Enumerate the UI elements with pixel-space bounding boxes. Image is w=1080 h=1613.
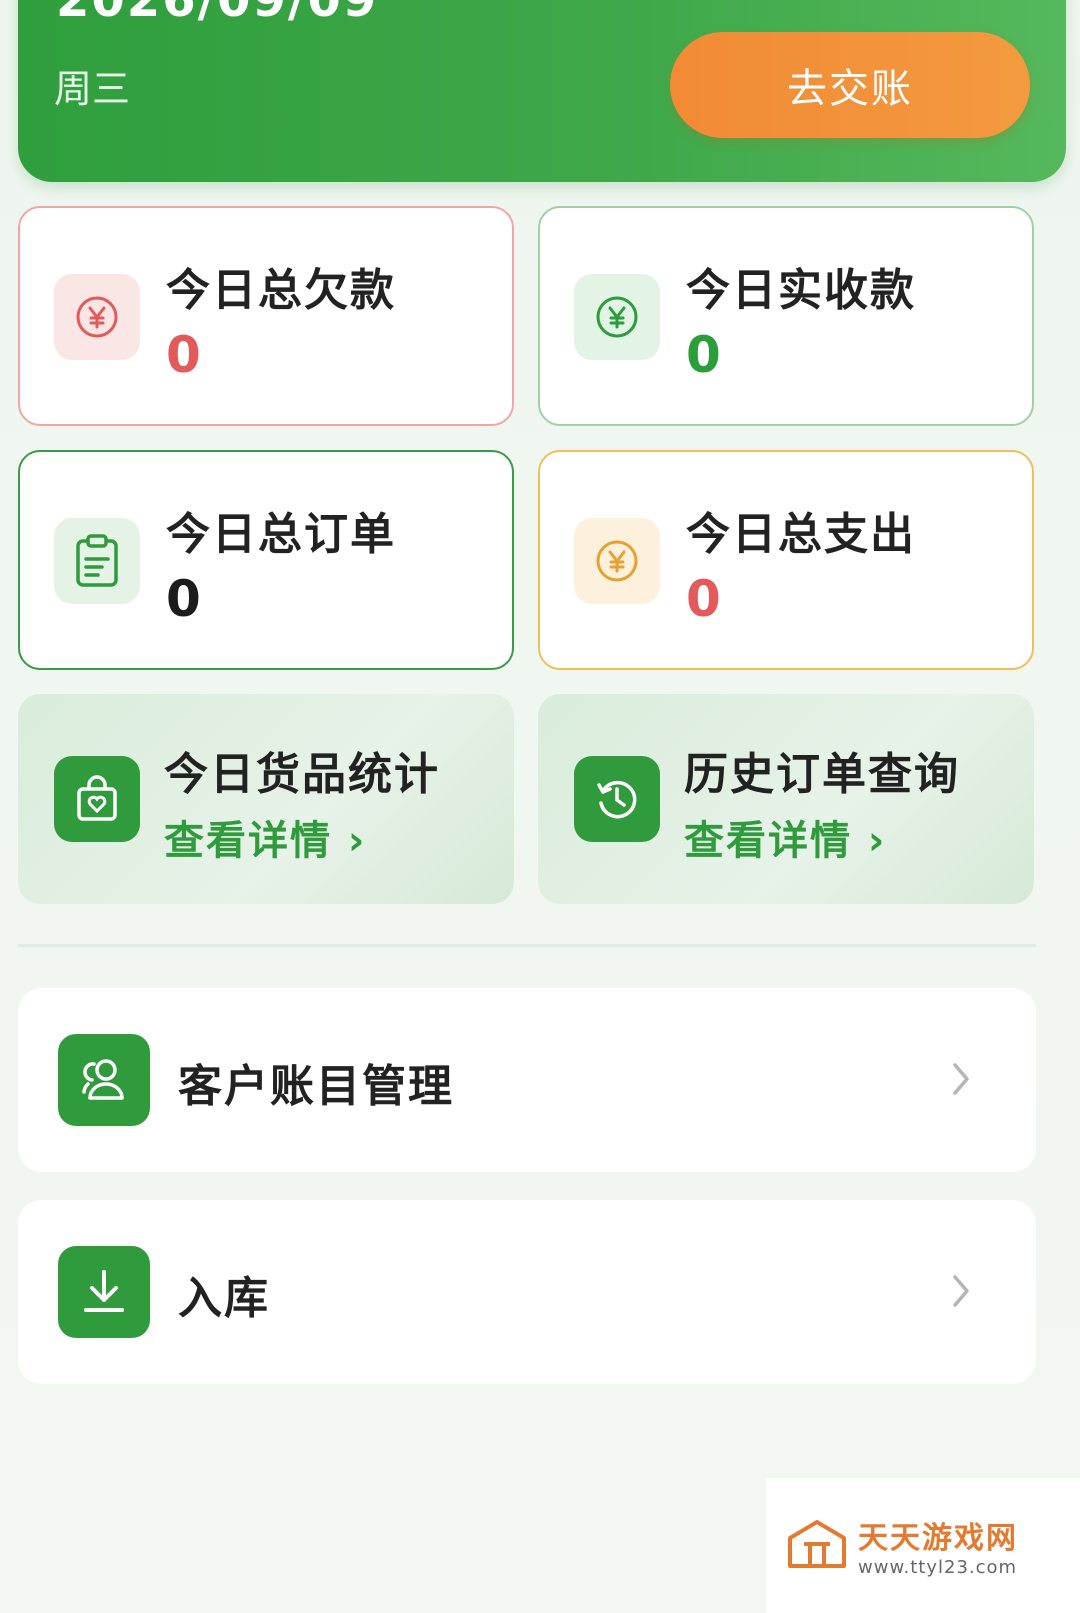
chevron-right-icon	[936, 1266, 986, 1316]
tile-label: 今日货品统计	[164, 749, 440, 800]
watermark-logo-icon	[788, 1519, 846, 1568]
yuan-icon	[574, 274, 660, 360]
stat-card-orders[interactable]: 今日总订单 0	[18, 450, 514, 670]
row-inbound-stock[interactable]: 入库	[18, 1200, 1036, 1384]
stat-card-received[interactable]: 今日实收款 0	[538, 206, 1034, 426]
tile-goods-stats[interactable]: 今日货品统计 查看详情 ›	[18, 694, 514, 904]
history-icon	[574, 756, 660, 842]
header-banner: 2026/09/09 周三 去交账	[18, 0, 1066, 182]
tile-label: 历史订单查询	[684, 749, 960, 800]
watermark-title: 天天游戏网	[858, 1521, 1018, 1556]
header-weekday: 周三	[54, 67, 131, 111]
app-page: 2026/09/09 周三 去交账 今日总欠款 0 今日实收款 0 今日总订单 …	[0, 0, 1080, 1613]
stat-value: 0	[166, 570, 201, 628]
clipboard-icon	[54, 518, 140, 604]
tile-order-history[interactable]: 历史订单查询 查看详情 ›	[538, 694, 1034, 904]
view-details-link[interactable]: 查看详情 ›	[684, 808, 886, 866]
stat-card-expense[interactable]: 今日总支出 0	[538, 450, 1034, 670]
download-icon	[58, 1246, 150, 1338]
stat-value: 0	[686, 326, 721, 384]
pay-account-button[interactable]: 去交账	[670, 32, 1030, 138]
stat-label: 今日实收款	[686, 265, 916, 316]
row-label: 入库	[178, 1273, 270, 1324]
row-label: 客户账目管理	[178, 1061, 454, 1112]
header-date: 2026/09/09	[56, 0, 379, 28]
stat-label: 今日总订单	[166, 509, 396, 560]
row-customer-accounts[interactable]: 客户账目管理	[18, 988, 1036, 1172]
stat-value: 0	[686, 570, 721, 628]
user-group-icon	[58, 1034, 150, 1126]
view-details-link[interactable]: 查看详情 ›	[164, 808, 366, 866]
yuan-icon	[54, 274, 140, 360]
shopping-bag-icon	[54, 756, 140, 842]
yuan-icon	[574, 518, 660, 604]
chevron-right-icon	[936, 1054, 986, 1104]
stat-label: 今日总欠款	[166, 265, 396, 316]
stat-value: 0	[166, 326, 201, 384]
stat-card-total-debt[interactable]: 今日总欠款 0	[18, 206, 514, 426]
section-divider	[18, 944, 1036, 947]
watermark: 天天游戏网 www.ttyl23.com	[766, 1478, 1080, 1613]
watermark-text: 天天游戏网 www.ttyl23.com	[858, 1513, 1018, 1578]
stat-label: 今日总支出	[686, 509, 916, 560]
watermark-url: www.ttyl23.com	[858, 1557, 1018, 1578]
